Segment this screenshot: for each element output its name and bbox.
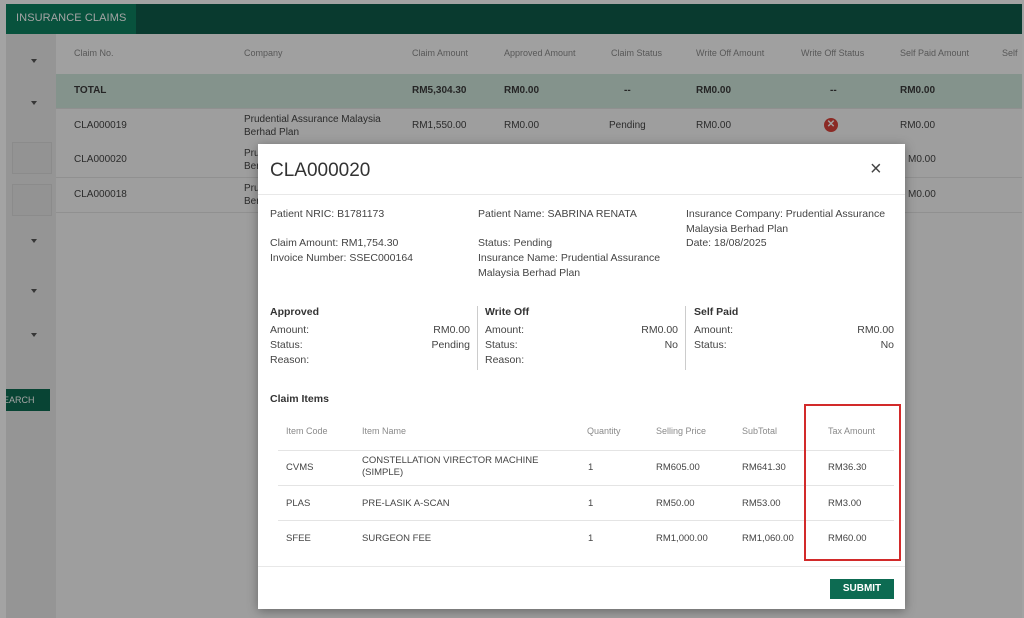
- approved-status-label: Status:: [270, 339, 303, 351]
- claim-status: Status: Pending: [478, 237, 553, 249]
- claim-date: Date: 18/08/2025: [686, 237, 767, 249]
- invoice-number: Invoice Number: SSEC000164: [270, 252, 413, 264]
- close-icon[interactable]: ×: [870, 159, 882, 179]
- col-item-code: Item Code: [286, 426, 328, 436]
- patient-name: Patient Name: SABRINA RENATA: [478, 208, 637, 220]
- write-off-status-value: No: [664, 339, 678, 351]
- write-off-status-label: Status:: [485, 339, 518, 351]
- claim-amount: Claim Amount: RM1,754.30: [270, 237, 399, 249]
- self-paid-title: Self Paid: [694, 306, 739, 318]
- claim-items-title: Claim Items: [270, 393, 329, 405]
- modal-title: CLA000020: [270, 160, 371, 181]
- divider: [278, 485, 894, 486]
- divider: [278, 450, 894, 451]
- divider: [258, 194, 905, 195]
- item-qty: 1: [588, 533, 594, 544]
- divider: [278, 520, 894, 521]
- write-off-title: Write Off: [485, 306, 530, 318]
- self-paid-status-value: No: [880, 339, 894, 351]
- divider: [685, 306, 686, 370]
- approved-reason-label: Reason:: [270, 354, 310, 366]
- item-subtotal: RM1,060.00: [742, 533, 794, 544]
- self-paid-amount-label: Amount:: [694, 324, 734, 336]
- item-code: CVMS: [286, 462, 314, 473]
- col-quantity: Quantity: [587, 426, 621, 436]
- self-paid-status-label: Status:: [694, 339, 727, 351]
- item-subtotal: RM641.30: [742, 462, 786, 473]
- item-name: SURGEON FEE: [362, 533, 432, 544]
- insurance-company: Insurance Company: Prudential Assurance: [686, 208, 886, 220]
- item-code: PLAS: [286, 498, 311, 509]
- patient-nric: Patient NRIC: B1781173: [270, 208, 385, 220]
- item-qty: 1: [588, 462, 594, 473]
- insurance-company-cont: Malaysia Berhad Plan: [686, 223, 789, 235]
- submit-button[interactable]: SUBMIT: [830, 579, 894, 599]
- tax-amount-highlight-box: [804, 404, 901, 561]
- insurance-name-cont: Malaysia Berhad Plan: [478, 267, 581, 279]
- divider: [477, 306, 478, 370]
- app-frame: INSURANCE CLAIMS EARCH Claim No. Company…: [0, 0, 1024, 618]
- write-off-reason-label: Reason:: [485, 354, 525, 366]
- col-selling-price: Selling Price: [656, 426, 707, 436]
- col-item-name: Item Name: [362, 426, 407, 436]
- approved-amount-label: Amount:: [270, 324, 310, 336]
- insurance-name: Insurance Name: Prudential Assurance: [478, 252, 661, 264]
- item-code: SFEE: [286, 533, 311, 544]
- item-price: RM1,000.00: [656, 533, 708, 544]
- item-qty: 1: [588, 498, 594, 509]
- divider: [258, 566, 905, 567]
- approved-title: Approved: [270, 306, 320, 318]
- write-off-amount-label: Amount:: [485, 324, 525, 336]
- item-subtotal: RM53.00: [742, 498, 781, 509]
- item-price: RM605.00: [656, 462, 700, 473]
- write-off-amount-value: RM0.00: [641, 324, 678, 336]
- self-paid-amount-value: RM0.00: [857, 324, 894, 336]
- approved-status-value: Pending: [431, 339, 470, 351]
- col-subtotal: SubTotal: [742, 426, 778, 436]
- item-name: CONSTELLATION VIRECTOR MACHINE (SIMPLE): [362, 455, 539, 478]
- item-price: RM50.00: [656, 498, 695, 509]
- approved-amount-value: RM0.00: [433, 324, 470, 336]
- item-name: PRE-LASIK A-SCAN: [362, 498, 450, 509]
